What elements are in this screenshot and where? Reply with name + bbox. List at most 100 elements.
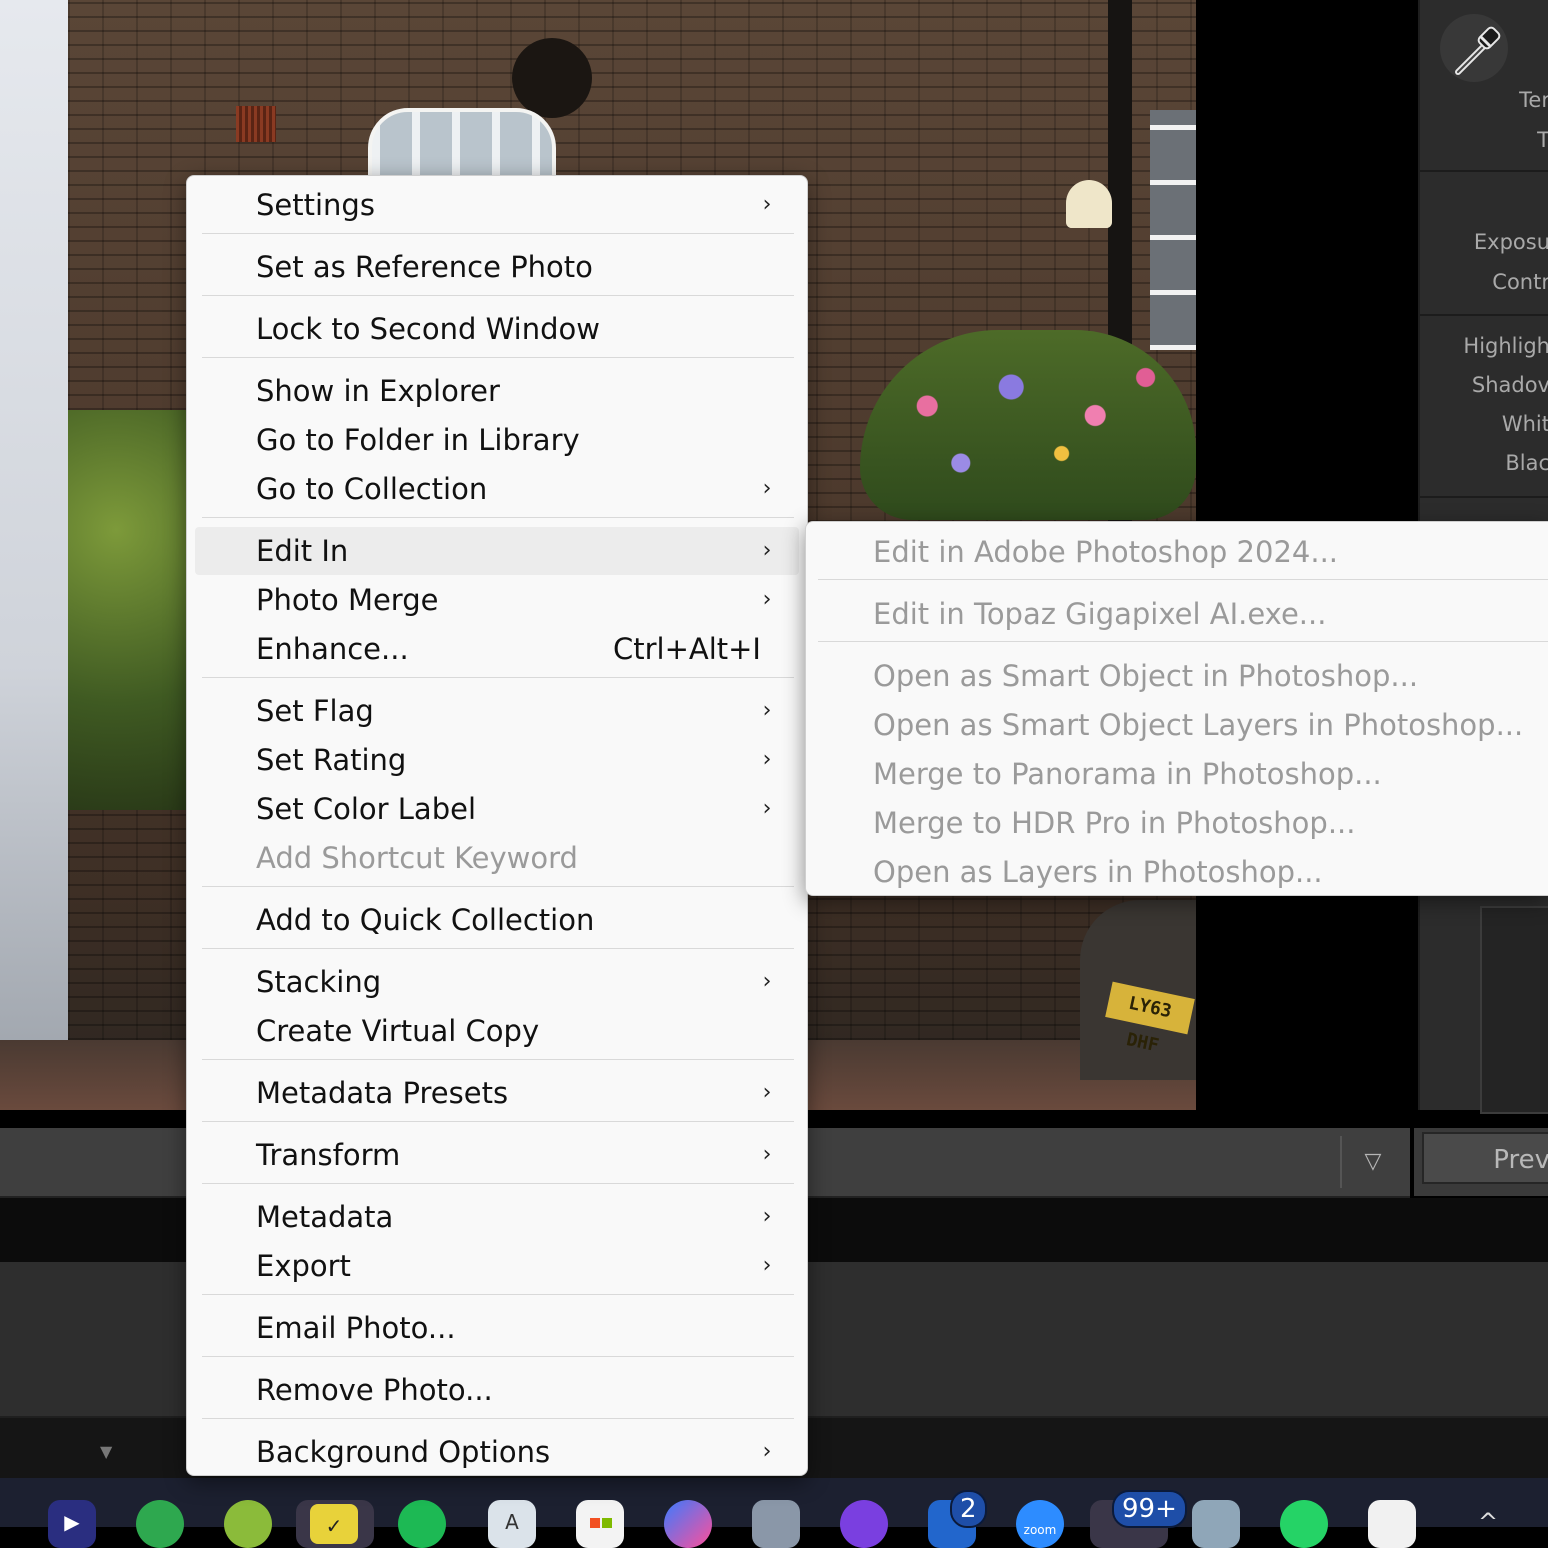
toolbar-divider (1340, 1136, 1342, 1188)
panel-preview-box (1480, 906, 1548, 1114)
menu-item-go-to-folder[interactable]: Go to Folder in Library (195, 416, 799, 464)
submenu-item-photoshop-2024[interactable]: Edit in Adobe Photoshop 2024... (814, 528, 1548, 576)
active-app-slot[interactable]: ✓ (296, 1500, 374, 1548)
edit-in-submenu: Edit in Adobe Photoshop 2024... Edit in … (805, 521, 1548, 896)
menu-item-transform[interactable]: Transform › (195, 1131, 799, 1179)
submenu-item-merge-panorama[interactable]: Merge to Panorama in Photoshop... (814, 750, 1548, 798)
submenu-item-topaz-gigapixel[interactable]: Edit in Topaz Gigapixel AI.exe... (814, 590, 1548, 638)
tray-chevron-icon[interactable]: ^ (1478, 1508, 1498, 1536)
menu-item-remove-photo[interactable]: Remove Photo... (195, 1366, 799, 1414)
chevron-right-icon: › (762, 192, 772, 217)
notes-app-icon[interactable] (1368, 1500, 1416, 1548)
menu-item-create-virtual-copy[interactable]: Create Virtual Copy (195, 1007, 799, 1055)
menu-separator (202, 357, 794, 358)
menu-item-edit-in[interactable]: Edit In › (195, 527, 799, 575)
highlights-label: Highligh (1463, 334, 1548, 358)
previous-button[interactable]: Prev (1422, 1132, 1548, 1184)
menu-separator (818, 641, 1548, 642)
menu-item-shortcut: Ctrl+Alt+I (612, 632, 761, 666)
browser-icon[interactable] (136, 1500, 184, 1548)
menu-item-label: Show in Explorer (256, 374, 500, 408)
menu-item-enhance[interactable]: Enhance... Ctrl+Alt+I (195, 625, 799, 673)
chevron-right-icon: › (762, 1204, 772, 1229)
chevron-right-icon: › (762, 587, 772, 612)
chevron-right-icon: › (762, 538, 772, 563)
menu-separator (202, 1418, 794, 1419)
spotify-icon[interactable] (398, 1500, 446, 1548)
submenu-item-merge-hdr-pro[interactable]: Merge to HDR Pro in Photoshop... (814, 799, 1548, 847)
menu-item-label: Remove Photo... (256, 1373, 493, 1407)
media-player-icon[interactable]: ▶ (48, 1500, 96, 1548)
chevron-right-icon: › (762, 1439, 772, 1464)
menu-item-show-in-explorer[interactable]: Show in Explorer (195, 367, 799, 415)
store-icon[interactable] (576, 1500, 624, 1548)
menu-item-label: Add Shortcut Keyword (256, 841, 578, 875)
menu-item-background-options[interactable]: Background Options › (195, 1428, 799, 1476)
menu-item-add-quick-collection[interactable]: Add to Quick Collection (195, 896, 799, 944)
menu-item-go-to-collection[interactable]: Go to Collection › (195, 465, 799, 513)
menu-item-stacking[interactable]: Stacking › (195, 958, 799, 1006)
photo-window-right (1150, 110, 1196, 350)
menu-item-set-flag[interactable]: Set Flag › (195, 687, 799, 735)
menu-separator (202, 1356, 794, 1357)
menu-item-label: Photo Merge (256, 583, 439, 617)
zoom-icon[interactable]: zoom (1016, 1500, 1064, 1548)
white-balance-section: Ter T (1420, 0, 1548, 172)
photo-hedge (68, 410, 188, 810)
photo-lamp (1066, 180, 1112, 228)
photo-hanging-basket (860, 330, 1196, 520)
menu-item-label: Create Virtual Copy (256, 1014, 540, 1048)
menu-item-label: Lock to Second Window (256, 312, 600, 346)
menu-item-label: Go to Collection (256, 472, 488, 506)
app-green-icon[interactable] (224, 1500, 272, 1548)
menu-item-label: Background Options (256, 1435, 551, 1469)
menu-item-set-reference-photo[interactable]: Set as Reference Photo (195, 243, 799, 291)
menu-separator (202, 1059, 794, 1060)
menu-separator (818, 579, 1548, 580)
submenu-item-smart-object-layers[interactable]: Open as Smart Object Layers in Photoshop… (814, 701, 1548, 749)
menu-item-label: Metadata (256, 1200, 394, 1234)
menu-item-label: Transform (256, 1138, 401, 1172)
dictionary-icon[interactable]: A (488, 1500, 536, 1548)
menu-item-label: Edit In (256, 534, 349, 568)
menu-item-export[interactable]: Export › (195, 1242, 799, 1290)
photo-dark-disc (512, 38, 592, 118)
mail-badge: 99+ (1112, 1490, 1187, 1528)
toolbar-dropdown-icon[interactable]: ▽ (1348, 1142, 1398, 1182)
photo-vent (236, 106, 276, 142)
menu-item-label: Set Rating (256, 743, 407, 777)
submenu-item-smart-object[interactable]: Open as Smart Object in Photoshop... (814, 652, 1548, 700)
menu-item-label: Set as Reference Photo (256, 250, 593, 284)
chevron-right-icon: › (762, 1080, 772, 1105)
menu-separator (202, 517, 794, 518)
podcast-icon[interactable] (840, 1500, 888, 1548)
menu-item-metadata-presets[interactable]: Metadata Presets › (195, 1069, 799, 1117)
menu-item-lock-second-window[interactable]: Lock to Second Window (195, 305, 799, 353)
collapse-caret-icon[interactable]: ▼ (100, 1442, 112, 1461)
messenger-icon[interactable] (664, 1500, 712, 1548)
menu-item-label: Add to Quick Collection (256, 903, 595, 937)
menu-item-label: Set Flag (256, 694, 374, 728)
menu-separator (202, 886, 794, 887)
menu-item-settings[interactable]: Settings › (195, 181, 799, 229)
menu-item-email-photo[interactable]: Email Photo... (195, 1304, 799, 1352)
chevron-right-icon: › (762, 1142, 772, 1167)
menu-separator (202, 1294, 794, 1295)
submenu-item-label: Open as Layers in Photoshop... (873, 855, 1323, 889)
calculator-icon[interactable] (1192, 1500, 1240, 1548)
menu-separator (202, 948, 794, 949)
menu-item-set-rating[interactable]: Set Rating › (195, 736, 799, 784)
tint-label: T (1537, 128, 1548, 152)
menu-item-photo-merge[interactable]: Photo Merge › (195, 576, 799, 624)
chevron-right-icon: › (762, 476, 772, 501)
file-app-icon[interactable] (752, 1500, 800, 1548)
whatsapp-icon[interactable] (1280, 1500, 1328, 1548)
submenu-item-open-as-layers[interactable]: Open as Layers in Photoshop... (814, 848, 1548, 896)
menu-item-metadata[interactable]: Metadata › (195, 1193, 799, 1241)
menu-item-set-color-label[interactable]: Set Color Label › (195, 785, 799, 833)
blacks-label: Blac (1505, 451, 1548, 475)
menu-item-add-shortcut-keyword: Add Shortcut Keyword (195, 834, 799, 882)
menu-item-label: Email Photo... (256, 1311, 456, 1345)
todo-app-icon: ✓ (310, 1504, 358, 1544)
white-balance-picker[interactable] (1440, 14, 1508, 82)
